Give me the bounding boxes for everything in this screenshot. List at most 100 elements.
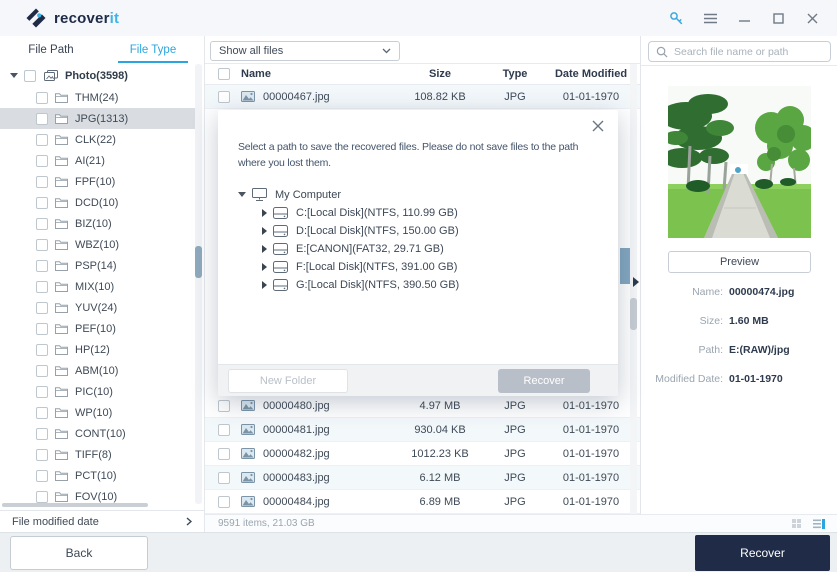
row-checkbox[interactable]	[36, 343, 48, 356]
tree-item[interactable]: WBZ(10)	[0, 234, 195, 255]
row-checkbox[interactable]	[218, 399, 230, 412]
caret-right-icon[interactable]	[262, 208, 267, 217]
tree-item[interactable]: PSP(14)	[0, 255, 195, 276]
drive-node[interactable]: E:[CANON](FAT32, 29.71 GB)	[238, 240, 618, 258]
row-checkbox[interactable]	[218, 423, 230, 436]
row-checkbox[interactable]	[36, 280, 48, 293]
table-row[interactable]: 00000481.jpg 930.04 KB JPG 01-01-1970	[205, 418, 640, 442]
recover-button[interactable]: Recover	[695, 535, 830, 571]
row-checkbox[interactable]	[36, 259, 48, 272]
preview-thumbnail[interactable]	[668, 86, 811, 238]
sidebar-scrollbar-track[interactable]	[195, 64, 202, 504]
tree-item[interactable]: FPF(10)	[0, 171, 195, 192]
row-checkbox[interactable]	[36, 406, 48, 419]
table-scrollbar-thumb[interactable]	[630, 298, 637, 330]
drive-node[interactable]: D:[Local Disk](NTFS, 150.00 GB)	[238, 222, 618, 240]
tree-item[interactable]: AI(21)	[0, 150, 195, 171]
table-row[interactable]: 00000482.jpg 1012.23 KB JPG 01-01-1970	[205, 442, 640, 466]
caret-right-icon[interactable]	[262, 244, 267, 253]
tab-file-path[interactable]: File Path	[0, 36, 102, 63]
table-scrollbar-track[interactable]	[630, 64, 637, 514]
file-modified-date-filter[interactable]: File modified date	[0, 510, 204, 532]
collapse-panel-arrow[interactable]	[633, 277, 639, 287]
tree-item[interactable]: PCT(10)	[0, 465, 195, 486]
tree-item[interactable]: DCD(10)	[0, 192, 195, 213]
row-checkbox[interactable]	[24, 69, 36, 82]
dialog-recover-button[interactable]: Recover	[498, 369, 590, 393]
row-checkbox[interactable]	[36, 427, 48, 440]
row-checkbox[interactable]	[36, 469, 48, 482]
row-checkbox[interactable]	[36, 364, 48, 377]
row-checkbox[interactable]	[36, 112, 48, 125]
caret-right-icon[interactable]	[262, 226, 267, 235]
table-row[interactable]: 00000484.jpg 6.89 MB JPG 01-01-1970	[205, 490, 640, 514]
selected-row-edge	[620, 248, 630, 284]
row-checkbox[interactable]	[36, 238, 48, 251]
tree-item[interactable]: PEF(10)	[0, 318, 195, 339]
tree-item[interactable]: WP(10)	[0, 402, 195, 423]
key-icon[interactable]	[668, 10, 685, 27]
row-checkbox[interactable]	[36, 196, 48, 209]
list-view-icon[interactable]	[813, 518, 825, 529]
row-checkbox[interactable]	[36, 175, 48, 188]
caret-right-icon[interactable]	[262, 280, 267, 289]
folder-icon	[55, 302, 68, 313]
tree-item[interactable]: MIX(10)	[0, 276, 195, 297]
table-row[interactable]: 00000480.jpg 4.97 MB JPG 01-01-1970	[205, 394, 640, 418]
table-row[interactable]: 00000467.jpg 108.82 KB JPG 01-01-1970	[205, 85, 640, 109]
tree-item[interactable]: CLK(22)	[0, 129, 195, 150]
my-computer-node[interactable]: My Computer	[238, 186, 618, 204]
row-checkbox[interactable]	[218, 90, 230, 103]
close-icon[interactable]	[804, 10, 821, 27]
row-checkbox[interactable]	[36, 490, 48, 503]
minimize-icon[interactable]	[736, 10, 753, 27]
select-all-checkbox[interactable]	[218, 68, 230, 80]
tree-item[interactable]: CONT(10)	[0, 423, 195, 444]
tree-item[interactable]: PIC(10)	[0, 381, 195, 402]
tree-item[interactable]: YUV(24)	[0, 297, 195, 318]
new-folder-button[interactable]: New Folder	[228, 369, 348, 393]
sidebar-hscrollbar-thumb[interactable]	[2, 503, 148, 507]
row-checkbox[interactable]	[36, 322, 48, 335]
search-input[interactable]	[674, 45, 823, 58]
row-checkbox[interactable]	[36, 154, 48, 167]
row-checkbox[interactable]	[36, 91, 48, 104]
dialog-close-icon[interactable]	[592, 120, 604, 132]
tab-file-type[interactable]: File Type	[102, 36, 204, 63]
caret-down-icon[interactable]	[238, 192, 246, 197]
row-checkbox[interactable]	[36, 133, 48, 146]
search-box[interactable]	[648, 41, 831, 62]
drive-node[interactable]: F:[Local Disk](NTFS, 391.00 GB)	[238, 258, 618, 276]
column-name[interactable]: Name	[230, 68, 395, 80]
row-checkbox[interactable]	[36, 217, 48, 230]
file-filter-dropdown[interactable]: Show all files	[210, 41, 400, 61]
tree-item[interactable]: THM(24)	[0, 87, 195, 108]
row-checkbox[interactable]	[218, 447, 230, 460]
caret-right-icon[interactable]	[262, 262, 267, 271]
sidebar-scrollbar-thumb[interactable]	[195, 246, 202, 278]
maximize-icon[interactable]	[770, 10, 787, 27]
back-button[interactable]: Back	[10, 536, 148, 570]
column-date[interactable]: Date Modified	[545, 68, 637, 80]
row-checkbox[interactable]	[218, 495, 230, 508]
menu-icon[interactable]	[702, 10, 719, 27]
tree-root-photo[interactable]: Photo(3598)	[0, 64, 195, 87]
column-type[interactable]: Type	[485, 68, 545, 80]
row-checkbox[interactable]	[36, 301, 48, 314]
caret-down-icon[interactable]	[10, 73, 18, 78]
tree-item[interactable]: BIZ(10)	[0, 213, 195, 234]
tree-item[interactable]: ABM(10)	[0, 360, 195, 381]
tree-item[interactable]: HP(12)	[0, 339, 195, 360]
column-size[interactable]: Size	[395, 68, 485, 80]
row-checkbox[interactable]	[36, 448, 48, 461]
grid-view-icon[interactable]	[792, 519, 801, 528]
row-checkbox[interactable]	[36, 385, 48, 398]
table-row[interactable]: 00000483.jpg 6.12 MB JPG 01-01-1970	[205, 466, 640, 490]
tree-item[interactable]: JPG(1313)	[0, 108, 195, 129]
preview-button[interactable]: Preview	[668, 251, 811, 273]
tree-item-label: CONT(10)	[75, 427, 126, 440]
drive-node[interactable]: C:[Local Disk](NTFS, 110.99 GB)	[238, 204, 618, 222]
tree-item[interactable]: TIFF(8)	[0, 444, 195, 465]
row-checkbox[interactable]	[218, 471, 230, 484]
drive-node[interactable]: G:[Local Disk](NTFS, 390.50 GB)	[238, 276, 618, 294]
